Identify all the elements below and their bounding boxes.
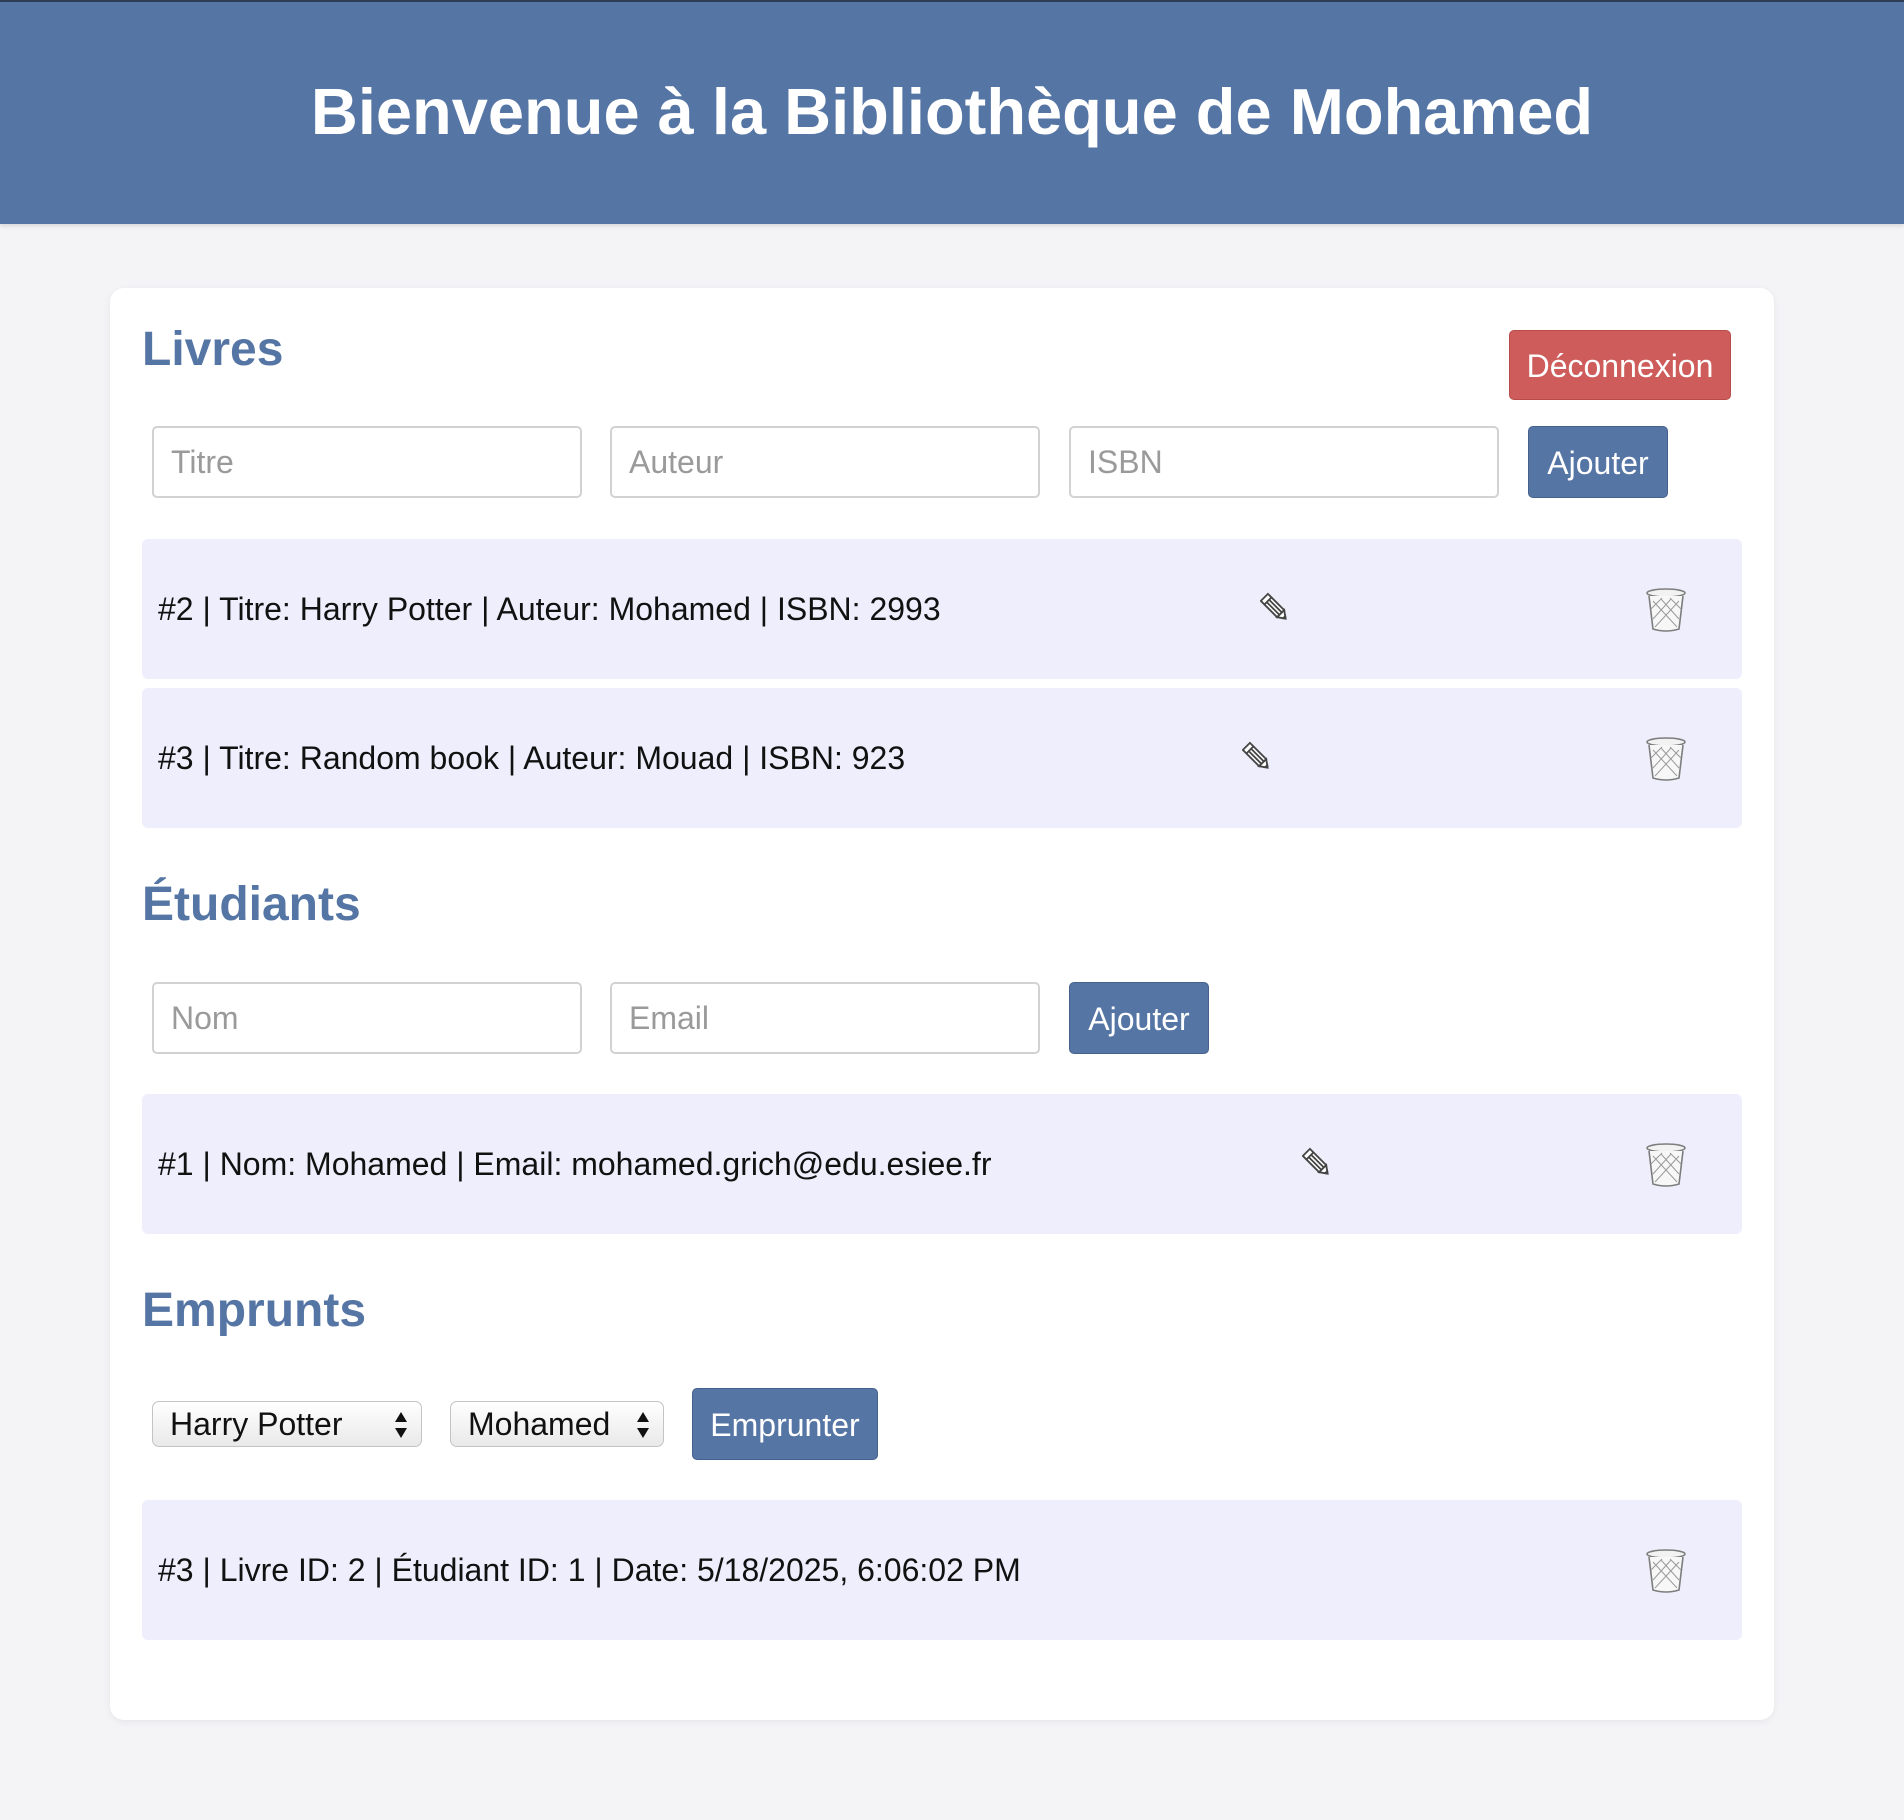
student-name-input[interactable] <box>152 982 582 1054</box>
main-card: Livres Déconnexion Ajouter #2 | Titre: H… <box>110 288 1774 1720</box>
trash-icon[interactable] <box>1644 1142 1688 1188</box>
student-email-input[interactable] <box>610 982 1040 1054</box>
pencil-icon[interactable] <box>1242 740 1272 774</box>
up-down-arrows-icon <box>395 1412 407 1438</box>
logout-button[interactable]: Déconnexion <box>1509 330 1731 400</box>
loans-section-title: Emprunts <box>142 1284 367 1337</box>
pencil-icon[interactable] <box>1260 591 1290 625</box>
student-select[interactable]: Mohamed <box>450 1401 664 1447</box>
book-item-text: #3 | Titre: Random book | Auteur: Mouad … <box>158 740 906 776</box>
book-author-input[interactable] <box>610 426 1040 498</box>
book-isbn-input[interactable] <box>1069 426 1499 498</box>
page-title: Bienvenue à la Bibliothèque de Mohamed <box>310 75 1594 148</box>
book-list-item: #3 | Titre: Random book | Auteur: Mouad … <box>142 688 1742 828</box>
book-select-value: Harry Potter <box>170 1406 343 1442</box>
trash-icon[interactable] <box>1644 1548 1688 1594</box>
student-select-value: Mohamed <box>468 1406 611 1442</box>
borrow-button[interactable]: Emprunter <box>692 1388 878 1460</box>
book-list-item: #2 | Titre: Harry Potter | Auteur: Moham… <box>142 539 1742 679</box>
book-title-input[interactable] <box>152 426 582 498</box>
up-down-arrows-icon <box>637 1412 649 1438</box>
student-item-text: #1 | Nom: Mohamed | Email: mohamed.grich… <box>158 1146 992 1182</box>
add-student-button[interactable]: Ajouter <box>1069 982 1209 1054</box>
add-book-button[interactable]: Ajouter <box>1528 426 1668 498</box>
page-header: Bienvenue à la Bibliothèque de Mohamed <box>0 0 1904 224</box>
student-list-item: #1 | Nom: Mohamed | Email: mohamed.grich… <box>142 1094 1742 1234</box>
trash-icon[interactable] <box>1644 736 1688 782</box>
books-section-title: Livres <box>142 323 284 376</box>
pencil-icon[interactable] <box>1302 1146 1332 1180</box>
loan-list-item: #3 | Livre ID: 2 | Étudiant ID: 1 | Date… <box>142 1500 1742 1640</box>
book-item-text: #2 | Titre: Harry Potter | Auteur: Moham… <box>158 591 941 627</box>
book-select[interactable]: Harry Potter <box>152 1401 422 1447</box>
students-section-title: Étudiants <box>142 878 361 931</box>
trash-icon[interactable] <box>1644 587 1688 633</box>
loan-item-text: #3 | Livre ID: 2 | Étudiant ID: 1 | Date… <box>158 1552 1021 1588</box>
